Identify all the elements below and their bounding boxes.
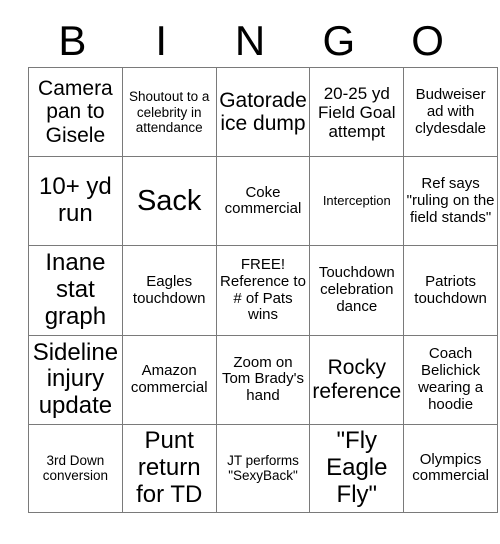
bingo-cell-g2[interactable]: Interception [309, 156, 405, 247]
bingo-cell-i5[interactable]: Punt return for TD [121, 423, 217, 514]
bingo-grid: Camera pan to Gisele Shoutout to a celeb… [28, 66, 498, 514]
bingo-header-letter-g: G [322, 16, 356, 64]
bingo-cell-o2[interactable]: Ref says "ruling on the field stands" [403, 156, 498, 247]
bingo-header-letter-n: N [234, 16, 266, 64]
bingo-header: B I N G O [28, 14, 472, 67]
bingo-cell-i2[interactable]: Sack [121, 156, 217, 247]
bingo-row: 10+ yd run Sack Coke commercial Intercep… [28, 156, 498, 247]
bingo-cell-b4[interactable]: Sideline injury update [28, 334, 123, 425]
bingo-cell-n1[interactable]: Gatorade ice dump [215, 66, 311, 158]
bingo-cell-i1[interactable]: Shoutout to a celebrity in attendance [121, 66, 217, 158]
bingo-cell-g5[interactable]: "Fly Eagle Fly" [309, 423, 405, 514]
bingo-cell-i3[interactable]: Eagles touchdown [121, 245, 217, 336]
bingo-header-letter-b: B [58, 16, 87, 64]
bingo-cell-n5[interactable]: JT performs "SexyBack" [215, 423, 311, 514]
bingo-cell-n2[interactable]: Coke commercial [215, 156, 311, 247]
bingo-header-letter-i: I [155, 16, 168, 64]
bingo-row: 3rd Down conversion Punt return for TD J… [28, 423, 498, 514]
bingo-cell-b2[interactable]: 10+ yd run [28, 156, 123, 247]
bingo-cell-n4[interactable]: Zoom on Tom Brady's hand [215, 334, 311, 425]
bingo-cell-i4[interactable]: Amazon commercial [121, 334, 217, 425]
bingo-cell-g1[interactable]: 20-25 yd Field Goal attempt [309, 66, 405, 158]
bingo-card: B I N G O Camera pan to Gisele Shoutout … [0, 0, 500, 544]
bingo-cell-o3[interactable]: Patriots touchdown [403, 245, 498, 336]
bingo-row: Inane stat graph Eagles touchdown FREE! … [28, 245, 498, 336]
bingo-cell-o5[interactable]: Olympics commercial [403, 423, 498, 514]
bingo-header-letter-o: O [411, 16, 444, 64]
bingo-cell-b1[interactable]: Camera pan to Gisele [28, 66, 123, 158]
bingo-row: Sideline injury update Amazon commercial… [28, 334, 498, 425]
bingo-cell-b5[interactable]: 3rd Down conversion [28, 423, 123, 514]
bingo-cell-o4[interactable]: Coach Belichick wearing a hoodie [403, 334, 498, 425]
bingo-cell-b3[interactable]: Inane stat graph [28, 245, 123, 336]
bingo-cell-g3[interactable]: Touchdown celebration dance [309, 245, 405, 336]
bingo-cell-free[interactable]: FREE! Reference to # of Pats wins [215, 245, 311, 336]
bingo-cell-g4[interactable]: Rocky reference [309, 334, 405, 425]
bingo-cell-o1[interactable]: Budweiser ad with clydesdale [403, 66, 498, 158]
bingo-row: Camera pan to Gisele Shoutout to a celeb… [28, 66, 498, 158]
